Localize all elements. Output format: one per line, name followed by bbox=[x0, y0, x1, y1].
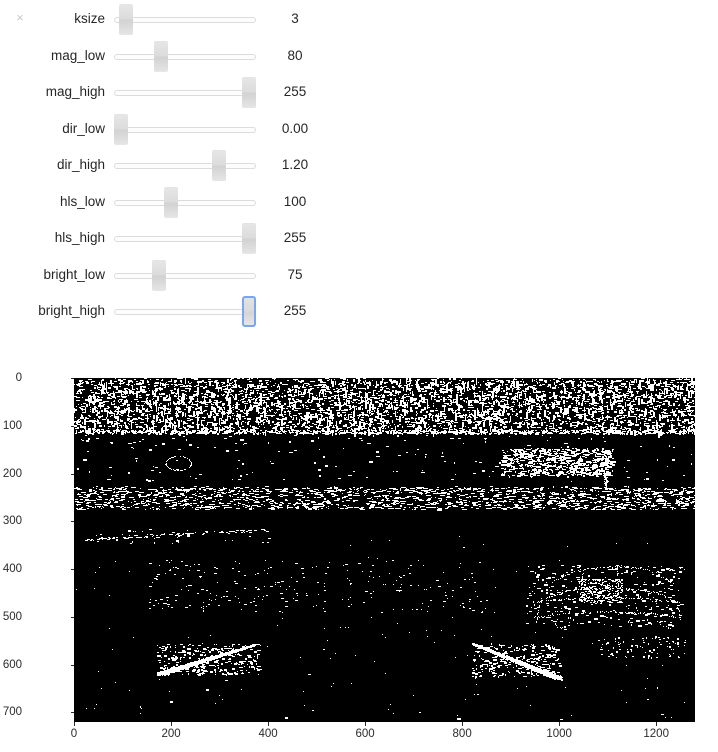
slider-hls_high[interactable] bbox=[114, 223, 256, 254]
slider-handle-mag_high[interactable] bbox=[242, 77, 256, 108]
slider-handle-bright_high[interactable] bbox=[242, 296, 256, 327]
slider-row-hls_high: hls_high 255 bbox=[0, 223, 360, 265]
x-tick-label: 400 bbox=[258, 728, 278, 740]
slider-value-hls_low: 100 bbox=[283, 193, 307, 209]
x-tick-mark bbox=[462, 722, 464, 726]
x-tick-label: 1200 bbox=[643, 728, 669, 740]
slider-label-bright_low: bright_low bbox=[43, 266, 105, 282]
slider-value-dir_high: 1.20 bbox=[281, 157, 309, 172]
slider-handle-hls_low[interactable] bbox=[164, 186, 179, 218]
slider-mag_high[interactable] bbox=[114, 77, 256, 108]
x-tick-mark bbox=[268, 722, 270, 726]
slider-track-mag_high[interactable] bbox=[114, 90, 256, 96]
slider-label-dir_low: dir_low bbox=[62, 120, 105, 136]
x-axis-ticks: 0 200 400 600 800 1000 1200 bbox=[0, 362, 718, 752]
slider-row-ksize: ksize 3 bbox=[0, 4, 360, 46]
slider-mag_low[interactable] bbox=[114, 40, 256, 72]
slider-label-dir_high: dir_high bbox=[56, 157, 105, 172]
figure-canvas: 0 100 200 300 400 500 600 700 0 200 400 600 800 1000… bbox=[0, 362, 718, 752]
slider-track-hls_high[interactable] bbox=[114, 236, 256, 242]
slider-bright_high[interactable] bbox=[114, 296, 256, 327]
slider-label-bright_high: bright_high bbox=[38, 303, 105, 318]
slider-track-dir_high[interactable] bbox=[114, 163, 256, 169]
slider-bright_low[interactable] bbox=[114, 259, 256, 291]
x-tick-mark bbox=[559, 722, 561, 726]
slider-track-mag_low[interactable] bbox=[114, 53, 256, 60]
slider-dir_high[interactable] bbox=[114, 150, 256, 181]
slider-value-mag_low: 80 bbox=[287, 47, 303, 63]
slider-ksize[interactable] bbox=[114, 4, 256, 35]
slider-hls_low[interactable] bbox=[114, 186, 256, 218]
slider-row-hls_low: hls_low 100 bbox=[0, 186, 360, 229]
slider-value-hls_high: 255 bbox=[283, 230, 307, 245]
slider-handle-hls_high[interactable] bbox=[242, 223, 256, 254]
slider-dir_low[interactable] bbox=[114, 113, 256, 145]
slider-row-dir_high: dir_high 1.20 bbox=[0, 150, 360, 192]
slider-handle-ksize[interactable] bbox=[118, 4, 133, 35]
slider-track-hls_low[interactable] bbox=[114, 199, 256, 206]
slider-value-bright_low: 75 bbox=[287, 266, 303, 282]
slider-label-ksize: ksize bbox=[74, 11, 105, 26]
x-tick-label: 600 bbox=[355, 728, 375, 740]
slider-handle-bright_low[interactable] bbox=[151, 259, 166, 291]
x-tick-mark bbox=[365, 722, 367, 726]
x-tick-mark bbox=[74, 722, 75, 726]
slider-value-ksize: 3 bbox=[291, 11, 299, 26]
slider-row-dir_low: dir_low 0.00 bbox=[0, 113, 360, 156]
x-tick-mark bbox=[656, 722, 658, 726]
slider-handle-mag_low[interactable] bbox=[154, 40, 169, 72]
slider-handle-dir_low[interactable] bbox=[114, 113, 128, 145]
slider-handle-dir_high[interactable] bbox=[211, 150, 226, 181]
slider-value-mag_high: 255 bbox=[283, 84, 307, 99]
slider-value-bright_high: 255 bbox=[283, 303, 307, 318]
slider-row-mag_low: mag_low 80 bbox=[0, 40, 360, 83]
slider-track-dir_low[interactable] bbox=[114, 126, 256, 133]
slider-track-bright_high[interactable] bbox=[114, 309, 256, 315]
x-tick-label: 1000 bbox=[546, 728, 572, 740]
slider-track-ksize[interactable] bbox=[114, 17, 256, 23]
slider-track-bright_low[interactable] bbox=[114, 272, 256, 279]
slider-row-mag_high: mag_high 255 bbox=[0, 77, 360, 119]
slider-row-bright_high: bright_high 255 bbox=[0, 296, 360, 338]
slider-label-hls_low: hls_low bbox=[59, 193, 105, 209]
x-tick-label: 0 bbox=[70, 728, 78, 740]
slider-value-dir_low: 0.00 bbox=[281, 120, 309, 136]
x-tick-label: 800 bbox=[452, 728, 472, 740]
x-tick-mark bbox=[171, 722, 173, 726]
slider-label-hls_high: hls_high bbox=[54, 230, 105, 245]
slider-label-mag_low: mag_low bbox=[50, 47, 105, 63]
slider-label-mag_high: mag_high bbox=[45, 84, 105, 99]
slider-row-bright_low: bright_low 75 bbox=[0, 259, 360, 302]
x-tick-label: 200 bbox=[161, 728, 181, 740]
slider-panel: ksize 3 mag_low 80 mag_high 255 dir_low 0.00 dir… bbox=[0, 0, 718, 362]
